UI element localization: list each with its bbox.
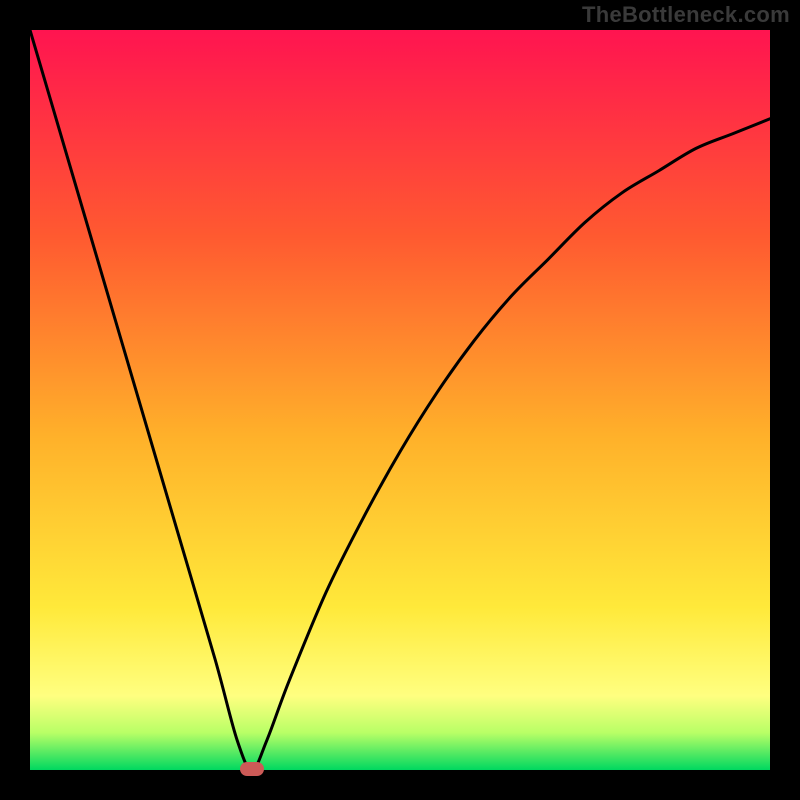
attribution-watermark: TheBottleneck.com bbox=[582, 2, 790, 28]
plot-area bbox=[30, 30, 770, 770]
gradient-rect bbox=[30, 30, 770, 770]
gradient-background bbox=[30, 30, 770, 770]
chart-frame: TheBottleneck.com bbox=[0, 0, 800, 800]
